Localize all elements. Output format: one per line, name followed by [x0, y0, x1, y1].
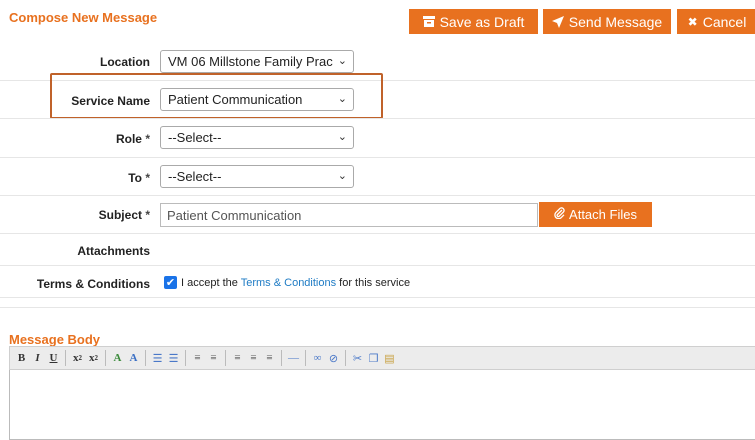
align-right-icon[interactable]: ≡ [262, 350, 277, 366]
send-message-label: Send Message [568, 13, 663, 30]
toolbar-separator [65, 350, 66, 366]
unlink-icon[interactable]: ⊘ [326, 350, 341, 366]
editor-toolbar: B I U x2 x2 A A ☰ ☰ ≡ ≡ ≡ ≡ ≡ — ∞ ⊘ ✂ ❐ … [9, 346, 755, 370]
toolbar-separator [185, 350, 186, 366]
chevron-down-icon: ⌄ [337, 170, 347, 182]
role-select[interactable]: --Select-- ⌄ [160, 126, 354, 149]
row-divider [0, 195, 755, 196]
subject-label: Subject * [98, 208, 150, 222]
align-center-icon[interactable]: ≡ [246, 350, 261, 366]
role-label: Role * [115, 132, 150, 146]
terms-link[interactable]: Terms & Conditions [241, 277, 336, 289]
location-label: Location [100, 55, 150, 69]
bold-icon[interactable]: B [14, 350, 29, 366]
row-divider [0, 233, 755, 234]
toolbar-separator [305, 350, 306, 366]
chevron-down-icon: ⌄ [337, 131, 347, 143]
drawer-icon [422, 16, 435, 27]
to-select[interactable]: --Select-- ⌄ [160, 165, 354, 188]
italic-icon[interactable]: I [30, 350, 45, 366]
to-value: --Select-- [168, 169, 222, 184]
indent-icon[interactable]: ≡ [206, 350, 221, 366]
underline-icon[interactable]: U [46, 350, 61, 366]
attach-files-button[interactable]: Attach Files [539, 202, 652, 227]
toolbar-separator [281, 350, 282, 366]
page-title: Compose New Message [9, 10, 158, 25]
toolbar-separator [145, 350, 146, 366]
service-name-highlight [50, 73, 383, 119]
terms-text: I accept the Terms & Conditions for this… [181, 277, 411, 289]
message-body-editor[interactable] [9, 370, 755, 440]
role-value: --Select-- [168, 130, 222, 145]
paste-icon[interactable]: ▤ [382, 350, 397, 366]
terms-label: Terms & Conditions [36, 277, 150, 291]
toolbar-separator [225, 350, 226, 366]
save-as-draft-label: Save as Draft [439, 13, 525, 30]
cancel-button[interactable]: ✖ Cancel [677, 9, 755, 34]
toolbar-separator [345, 350, 346, 366]
check-icon: ✔ [165, 277, 176, 289]
paperclip-icon [554, 207, 565, 222]
row-divider [0, 265, 755, 266]
superscript-icon[interactable]: x2 [70, 350, 85, 366]
cut-icon[interactable]: ✂ [350, 350, 365, 366]
unordered-list-icon[interactable]: ☰ [166, 350, 181, 366]
link-icon[interactable]: ∞ [310, 350, 325, 366]
location-value: VM 06 Millstone Family Prac [168, 54, 333, 69]
terms-checkbox[interactable]: ✔ [164, 276, 177, 289]
send-message-button[interactable]: Send Message [543, 9, 671, 34]
location-select[interactable]: VM 06 Millstone Family Prac ⌄ [160, 50, 354, 73]
row-divider [0, 297, 755, 298]
toolbar-separator [105, 350, 106, 366]
subscript-icon[interactable]: x2 [86, 350, 101, 366]
background-color-icon[interactable]: A [126, 350, 141, 366]
align-left-icon[interactable]: ≡ [230, 350, 245, 366]
text-color-icon[interactable]: A [110, 350, 125, 366]
close-icon: ✖ [687, 14, 698, 29]
save-as-draft-button[interactable]: Save as Draft [409, 9, 538, 34]
ordered-list-icon[interactable]: ☰ [150, 350, 165, 366]
paper-plane-icon [551, 15, 564, 28]
row-divider [0, 307, 755, 308]
attach-files-label: Attach Files [569, 207, 637, 222]
cancel-label: Cancel [702, 13, 747, 30]
attachments-label: Attachments [77, 244, 150, 258]
chevron-down-icon: ⌄ [337, 55, 347, 67]
outdent-icon[interactable]: ≡ [190, 350, 205, 366]
to-label: To * [128, 171, 150, 185]
row-divider [0, 157, 755, 158]
horizontal-rule-icon[interactable]: — [286, 350, 301, 366]
subject-input[interactable]: Patient Communication [160, 203, 538, 227]
message-body-title: Message Body [9, 332, 101, 347]
copy-icon[interactable]: ❐ [366, 350, 381, 366]
row-divider [0, 118, 755, 119]
